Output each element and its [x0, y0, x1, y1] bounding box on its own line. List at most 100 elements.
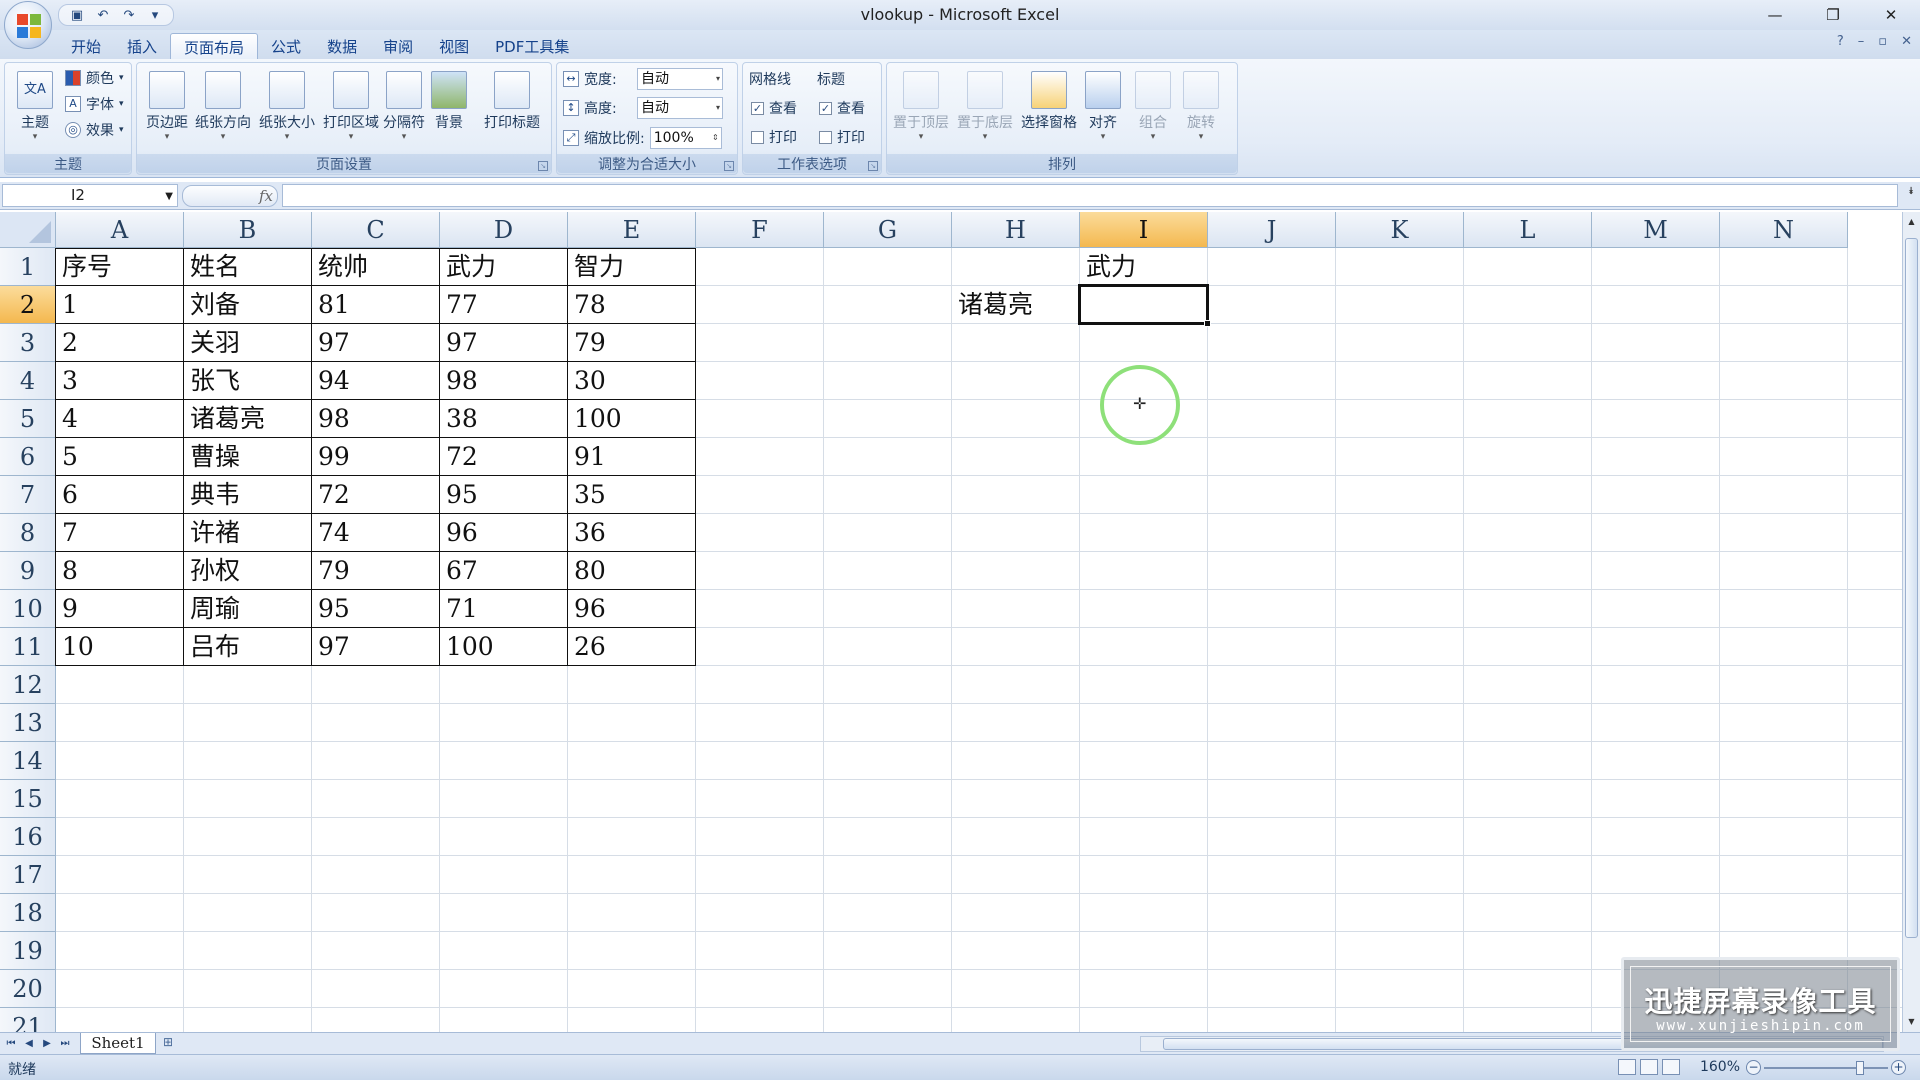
column-header-a[interactable]: A [56, 212, 184, 248]
gridlines-view-checkbox[interactable]: ✓ 查看 [751, 97, 797, 119]
tab-pdf-tools[interactable]: PDF工具集 [482, 33, 582, 60]
minimize-button[interactable]: — [1746, 0, 1804, 30]
column-header-l[interactable]: L [1464, 212, 1592, 248]
table-cell[interactable]: 71 [440, 590, 568, 628]
table-cell[interactable]: 98 [440, 362, 568, 400]
zoom-level[interactable]: 160% [1700, 1059, 1740, 1075]
lookup-header-cell[interactable]: 武力 [1080, 248, 1208, 286]
sheet-tab-sheet1[interactable]: Sheet1 [80, 1033, 156, 1054]
table-cell[interactable]: 张飞 [184, 362, 312, 400]
table-cell[interactable]: 98 [312, 400, 440, 438]
page-setup-launcher-icon[interactable]: ↘ [538, 161, 548, 171]
print-area-button[interactable]: 打印区域 ▾ [321, 67, 381, 153]
theme-effects-button[interactable]: ◎ 效果 ▾ [65, 119, 124, 141]
table-cell[interactable]: 67 [440, 552, 568, 590]
table-cell[interactable]: 81 [312, 286, 440, 324]
zoom-out-icon[interactable]: − [1746, 1060, 1761, 1075]
row-header-7[interactable]: 7 [0, 476, 56, 514]
scroll-up-icon[interactable]: ▲ [1904, 214, 1919, 230]
tab-insert[interactable]: 插入 [114, 33, 170, 60]
next-sheet-icon[interactable]: ▶ [40, 1036, 54, 1052]
lookup-name-cell[interactable]: 诸葛亮 [952, 286, 1080, 324]
tab-formulas[interactable]: 公式 [258, 33, 314, 60]
table-cell[interactable]: 96 [568, 590, 696, 628]
table-cell[interactable]: 周瑜 [184, 590, 312, 628]
gridlines-print-checkbox[interactable]: 打印 [751, 126, 797, 148]
column-header-j[interactable]: J [1208, 212, 1336, 248]
orientation-button[interactable]: 纸张方向 ▾ [193, 67, 253, 153]
table-cell[interactable]: 5 [56, 438, 184, 476]
restore-button[interactable]: ❐ [1804, 0, 1862, 30]
size-button[interactable]: 纸张大小 ▾ [257, 67, 317, 153]
table-cell[interactable]: 91 [568, 438, 696, 476]
insert-sheet-icon[interactable]: ⊞ [158, 1035, 178, 1052]
table-cell[interactable]: 72 [440, 438, 568, 476]
column-header-k[interactable]: K [1336, 212, 1464, 248]
tab-page-layout[interactable]: 页面布局 [170, 33, 259, 60]
row-header-9[interactable]: 9 [0, 552, 56, 590]
formula-input[interactable] [282, 184, 1898, 207]
print-titles-button[interactable]: 打印标题 [477, 67, 547, 153]
workbook-close-icon[interactable]: ✕ [1901, 34, 1912, 49]
row-header-17[interactable]: 17 [0, 856, 56, 894]
table-cell[interactable]: 74 [312, 514, 440, 552]
headings-view-checkbox[interactable]: ✓ 查看 [819, 97, 865, 119]
column-header-e[interactable]: E [568, 212, 696, 248]
row-header-18[interactable]: 18 [0, 894, 56, 932]
zoom-in-icon[interactable]: + [1891, 1060, 1906, 1075]
table-cell[interactable]: 35 [568, 476, 696, 514]
breaks-button[interactable]: 分隔符 ▾ [379, 67, 429, 153]
workbook-restore-icon[interactable]: ▫ [1878, 34, 1887, 49]
row-header-8[interactable]: 8 [0, 514, 56, 552]
background-button[interactable]: 背景 [429, 67, 469, 153]
last-sheet-icon[interactable]: ⏭ [58, 1036, 72, 1052]
table-cell[interactable]: 97 [312, 324, 440, 362]
column-header-d[interactable]: D [440, 212, 568, 248]
themes-button[interactable]: 文A 主题 ▾ [7, 67, 63, 153]
active-cell[interactable] [1078, 284, 1209, 325]
row-header-20[interactable]: 20 [0, 970, 56, 1008]
row-header-4[interactable]: 4 [0, 362, 56, 400]
table-cell[interactable]: 7 [56, 514, 184, 552]
row-header-10[interactable]: 10 [0, 590, 56, 628]
worksheet-grid[interactable]: ABCDEFGHIJKLMN 1 2 3 4 5 6 7 8 9 10 11 12 13 14 15 16 17… [0, 212, 1902, 1032]
sheet-options-launcher-icon[interactable]: ↘ [868, 161, 878, 171]
row-header-1[interactable]: 1 [0, 248, 56, 286]
theme-fonts-button[interactable]: A 字体 ▾ [65, 93, 124, 115]
first-sheet-icon[interactable]: ⏮ [4, 1036, 18, 1052]
row-header-19[interactable]: 19 [0, 932, 56, 970]
table-header-cell[interactable]: 武力 [440, 248, 568, 286]
table-header-cell[interactable]: 姓名 [184, 248, 312, 286]
table-header-cell[interactable]: 智力 [568, 248, 696, 286]
table-cell[interactable]: 94 [312, 362, 440, 400]
table-cell[interactable]: 8 [56, 552, 184, 590]
height-select[interactable]: 自动 ▾ [637, 97, 723, 119]
headings-print-checkbox[interactable]: 打印 [819, 126, 865, 148]
row-header-16[interactable]: 16 [0, 818, 56, 856]
table-cell[interactable]: 2 [56, 324, 184, 362]
table-cell[interactable]: 10 [56, 628, 184, 666]
column-header-m[interactable]: M [1592, 212, 1720, 248]
table-cell[interactable]: 38 [440, 400, 568, 438]
rotate-button[interactable]: 旋转 ▾ [1181, 67, 1221, 153]
page-layout-view-icon[interactable] [1640, 1059, 1658, 1075]
scale-spinner[interactable]: 100% ⇕ [649, 127, 722, 149]
table-cell[interactable]: 72 [312, 476, 440, 514]
table-cell[interactable]: 典韦 [184, 476, 312, 514]
table-header-cell[interactable]: 序号 [56, 248, 184, 286]
select-all-button[interactable] [0, 212, 56, 248]
theme-colors-button[interactable]: 颜色 ▾ [65, 67, 124, 89]
table-cell[interactable]: 6 [56, 476, 184, 514]
vertical-scrollbar[interactable]: ▲ ▼ [1902, 212, 1920, 1032]
table-cell[interactable]: 79 [312, 552, 440, 590]
name-box[interactable]: I2 ▼ [2, 184, 178, 207]
row-header-14[interactable]: 14 [0, 742, 56, 780]
bring-to-front-button[interactable]: 置于顶层 ▾ [891, 67, 951, 153]
normal-view-icon[interactable] [1618, 1059, 1636, 1075]
table-cell[interactable]: 80 [568, 552, 696, 590]
table-cell[interactable]: 吕布 [184, 628, 312, 666]
row-header-12[interactable]: 12 [0, 666, 56, 704]
expand-formula-bar-icon[interactable]: ⯯ [1904, 186, 1918, 204]
table-cell[interactable]: 孙权 [184, 552, 312, 590]
help-icon[interactable]: ? [1837, 34, 1844, 49]
